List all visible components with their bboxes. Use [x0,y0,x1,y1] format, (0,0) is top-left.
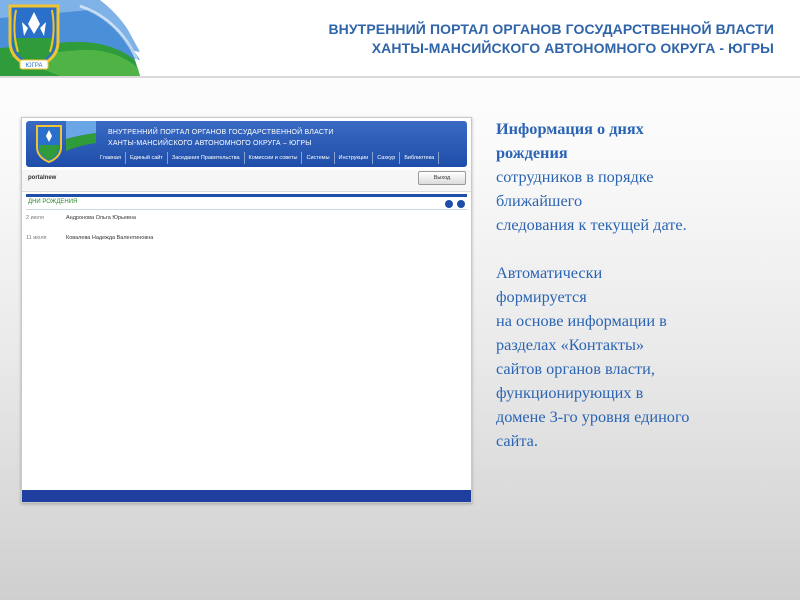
flag-stripe-icon [66,121,96,151]
birthdays-section-title: ДНИ РОЖДЕНИЯ [28,199,78,205]
birthdays-section-header: ДНИ РОЖДЕНИЯ [26,198,467,210]
exit-button[interactable]: Выход [418,171,466,185]
description-line: на основе информации в [496,311,667,330]
page-title-line2: ХАНТЫ-МАНСИЙСКОГО АВТОНОМНОГО ОКРУГА - Ю… [371,40,774,56]
site-name[interactable]: portalnew [28,175,56,181]
collapse-icon[interactable] [445,200,453,208]
nav-item-government-meetings[interactable]: Заседания Правительства [168,152,245,164]
portal-footer [22,490,471,502]
section-divider [26,194,467,197]
header-divider [0,76,800,78]
portal-screenshot: ВНУТРЕННИЙ ПОРТАЛ ОРГАНОВ ГОСУДАРСТВЕННО… [21,117,472,503]
nav-item-sakhkur[interactable]: Сахкур [373,152,401,164]
portal-banner-title-line2: ХАНТЫ-МАНСИЙСКОГО АВТОНОМНОГО ОКРУГА – Ю… [108,140,312,147]
portal-nav: Главная Единый сайт Заседания Правительс… [96,152,466,164]
header: ЮГРА ВНУТРЕННИЙ ПОРТАЛ ОРГАНОВ ГОСУДАРСТ… [0,0,800,76]
nav-item-unified-site[interactable]: Единый сайт [126,152,168,164]
settings-icon[interactable] [457,200,465,208]
description-line: формируется [496,287,587,306]
birthday-date: 2 июля [26,215,44,221]
birthday-date: 11 июля [26,235,47,241]
description-line: домене 3-го уровня единого [496,407,690,426]
description-line: сотрудников в порядке [496,167,654,186]
description-text: Информация о днях рождения сотрудников в… [496,117,756,453]
nav-item-instructions[interactable]: Инструкции [335,152,374,164]
nav-item-commissions[interactable]: Комиссии и советы [245,152,303,164]
description-line: функционирующих в [496,383,644,402]
portal-banner: ВНУТРЕННИЙ ПОРТАЛ ОРГАНОВ ГОСУДАРСТВЕННО… [26,121,467,167]
svg-text:ЮГРА: ЮГРА [26,63,43,69]
description-line: рождения [496,143,568,162]
employee-name[interactable]: Андронова Ольга Юрьевна [66,215,136,221]
description-line: ближайшего [496,191,583,210]
description-line: Информация о днях [496,119,644,138]
nav-item-systems[interactable]: Системы [302,152,335,164]
nav-item-library[interactable]: Библиотека [400,152,440,164]
coat-of-arms-logo: ЮГРА [6,2,62,72]
page-title-line1: ВНУТРЕННИЙ ПОРТАЛ ОРГАНОВ ГОСУДАРСТВЕННО… [328,21,774,37]
description-line: Автоматически [496,263,603,282]
description-line: сайтов органов власти, [496,359,655,378]
nav-item-home[interactable]: Главная [96,152,126,164]
portal-banner-title: ВНУТРЕННИЙ ПОРТАЛ ОРГАНОВ ГОСУДАРСТВЕННО… [108,127,334,149]
portal-emblem-icon [36,125,62,164]
portal-banner-title-line1: ВНУТРЕННИЙ ПОРТАЛ ОРГАНОВ ГОСУДАРСТВЕННО… [108,129,334,136]
page-title: ВНУТРЕННИЙ ПОРТАЛ ОРГАНОВ ГОСУДАРСТВЕННО… [328,20,774,58]
description-line: сайта. [496,431,538,450]
portal-toolbar: portalnew Выход [22,170,471,192]
employee-name[interactable]: Ковалева Надежда Валентиновна [66,235,153,241]
description-line: следования к текущей дате. [496,215,687,234]
description-line: разделах «Контакты» [496,335,645,354]
